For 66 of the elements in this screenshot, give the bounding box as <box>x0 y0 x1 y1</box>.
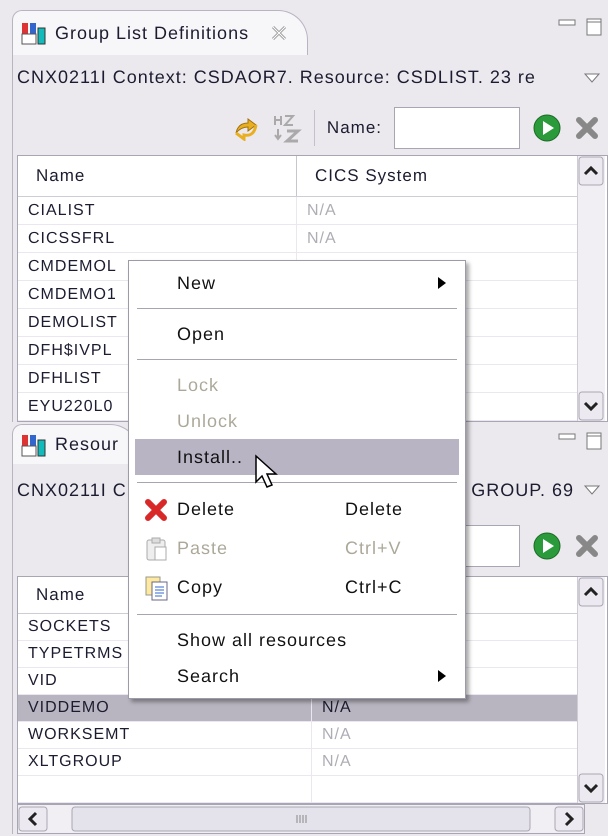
context-message: CNX0211I Context: CSDAOR7. Resource: CSDLIST. 23 re <box>17 66 536 89</box>
horizontal-scrollbar[interactable] <box>17 804 585 834</box>
context-message: GROUP. 69 <box>471 478 574 502</box>
table-cell-text: CMDEMOL <box>28 256 117 276</box>
column-header[interactable]: CICS System <box>315 163 428 189</box>
scroll-up-icon[interactable] <box>578 577 605 607</box>
table-cell-text: EYU220L0 <box>28 396 114 416</box>
column-header[interactable]: Name <box>36 163 86 189</box>
scroll-down-icon[interactable] <box>578 391 605 421</box>
vertical-scrollbar[interactable] <box>577 577 605 803</box>
table-row[interactable]: WORKSEMT N/A <box>18 722 577 749</box>
column-header[interactable]: Name <box>36 582 86 608</box>
maximize-icon[interactable] <box>586 432 602 450</box>
scroll-up-icon[interactable] <box>578 156 605 186</box>
table-row[interactable]: XLTGROUP N/A <box>18 749 577 776</box>
submenu-arrow-icon <box>437 276 447 290</box>
table-cell-text: CMDEMO1 <box>28 284 117 304</box>
copy-icon <box>143 574 169 600</box>
table-cell-text: DFHLIST <box>28 368 102 388</box>
scroll-left-icon[interactable] <box>18 806 48 832</box>
vertical-scrollbar[interactable] <box>577 156 605 421</box>
menu-item[interactable]: Open <box>135 316 459 352</box>
table-cell-text: DFH$IVPL <box>28 340 112 360</box>
mouse-pointer-icon <box>254 454 280 490</box>
menu-item[interactable]: Delete Delete <box>135 490 459 529</box>
table-cell-text: SOCKETS <box>28 617 112 637</box>
dropdown-icon[interactable] <box>584 72 600 82</box>
submenu-arrow-icon <box>437 669 447 683</box>
table-cell-text: N/A <box>322 698 352 718</box>
context-message: CNX0211I C <box>17 478 127 502</box>
table-cell-text: CICSSFRL <box>28 228 116 248</box>
name-label: Name: <box>326 116 382 139</box>
tab-title: Resour <box>55 433 120 456</box>
table-cell-text: CIALIST <box>28 200 96 220</box>
table-cell-text: TYPETRMS <box>28 644 124 664</box>
delete-icon <box>143 496 169 522</box>
table-row[interactable]: CICSSFRL N/A <box>18 225 577 253</box>
scroll-thumb-icon[interactable] <box>71 806 531 832</box>
scroll-down-icon[interactable] <box>578 773 605 803</box>
tab-title: Group List Definitions <box>55 22 250 45</box>
maximize-icon[interactable] <box>586 18 602 36</box>
run-icon[interactable] <box>532 112 562 142</box>
table-cell-text: VID <box>28 671 58 691</box>
view-icon <box>19 20 47 46</box>
name-field[interactable] <box>394 106 520 148</box>
table-cell-text: VIDDEMO <box>28 698 110 718</box>
table-cell-text: N/A <box>322 752 352 772</box>
table-cell-text: N/A <box>307 228 337 248</box>
clear-icon[interactable] <box>574 114 600 140</box>
table-cell-text: XLTGROUP <box>28 752 123 772</box>
close-icon[interactable] <box>271 25 288 41</box>
scroll-right-icon[interactable] <box>554 806 584 832</box>
table-row[interactable]: VIDDEMO N/A <box>18 695 577 722</box>
table-cell-text: N/A <box>307 200 337 220</box>
clear-icon[interactable] <box>574 533 600 559</box>
dropdown-icon[interactable] <box>584 485 600 495</box>
table-cell-text: WORKSEMT <box>28 725 130 745</box>
view-tab[interactable]: Group List Definitions <box>12 10 308 55</box>
menu-item[interactable]: Install.. <box>135 439 459 475</box>
table-cell-text: DEMOLIST <box>28 312 118 332</box>
menu-item[interactable]: Search <box>135 658 459 694</box>
menu-item[interactable]: Copy Ctrl+C <box>135 568 459 607</box>
table-cell-text: N/A <box>322 725 352 745</box>
menu-item[interactable]: Show all resources <box>135 622 459 658</box>
run-icon[interactable] <box>532 531 562 561</box>
table-row[interactable]: CIALIST N/A <box>18 197 577 225</box>
